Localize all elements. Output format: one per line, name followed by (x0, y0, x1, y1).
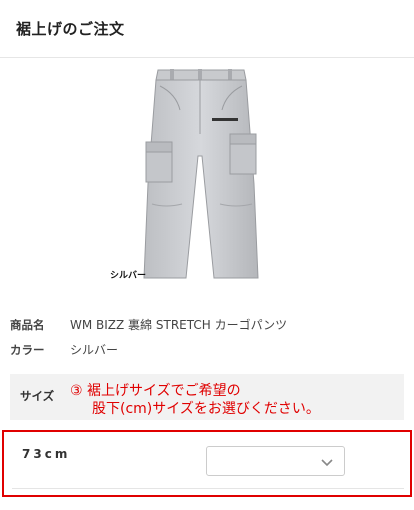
box-divider (12, 488, 404, 489)
product-name-row: 商品名 WM BIZZ 裏綿 STRETCH カーゴパンツ (10, 316, 287, 333)
size-instruction-line1: ③ 裾上げサイズでご希望の (70, 383, 241, 399)
product-image: シルバー (100, 60, 312, 288)
chevron-down-icon (321, 459, 333, 467)
page-header: 裾上げのご注文 (0, 0, 414, 58)
inseam-length-label: 73cm (22, 447, 71, 461)
page-title: 裾上げのご注文 (16, 20, 125, 38)
product-name-value: WM BIZZ 裏綿 STRETCH カーゴパンツ (70, 318, 288, 332)
product-color-label: カラー (10, 342, 45, 357)
size-instruction: ③ 裾上げサイズでご希望の 股下(cm)サイズをお選びください。 (70, 382, 320, 418)
size-instruction-line2: 股下(cm)サイズをお選びください。 (92, 401, 320, 417)
inseam-size-select[interactable] (206, 446, 345, 476)
product-name-label: 商品名 (10, 317, 45, 332)
product-color-row: カラー シルバー (10, 341, 118, 358)
color-tag: シルバー (110, 271, 147, 281)
product-color-value: シルバー (70, 343, 119, 357)
cargo-pants-illustration (143, 69, 259, 279)
size-label: サイズ (20, 389, 55, 403)
